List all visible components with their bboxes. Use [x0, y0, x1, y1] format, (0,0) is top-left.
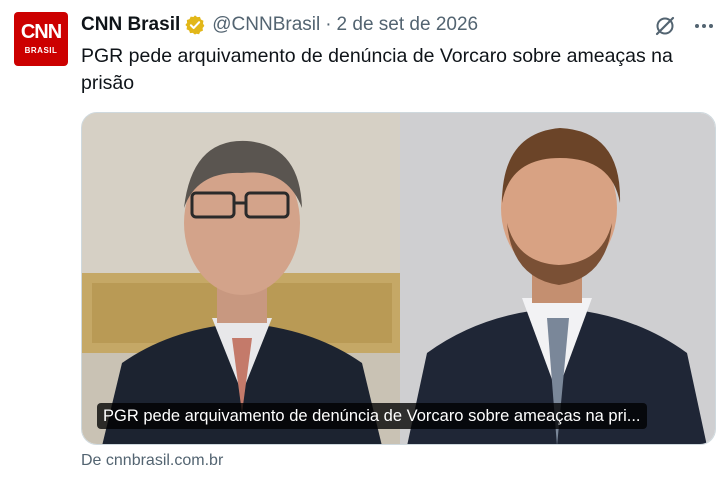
- more-icon[interactable]: [692, 14, 716, 38]
- tweet-header: CNN Brasil @CNNBrasil · 2 de set de 2026: [81, 13, 478, 37]
- tweet-date[interactable]: 2 de set de 2026: [337, 14, 479, 36]
- verified-badge-icon: [185, 15, 205, 35]
- grok-icon[interactable]: [653, 14, 677, 38]
- avatar-logo: CNN: [20, 21, 62, 43]
- card-caption: PGR pede arquivamento de denúncia de Vor…: [97, 403, 647, 429]
- account-name[interactable]: CNN Brasil: [81, 14, 180, 36]
- card-source[interactable]: De cnnbrasil.com.br: [81, 452, 223, 470]
- link-card[interactable]: PGR pede arquivamento de denúncia de Vor…: [81, 112, 716, 445]
- tweet-text: PGR pede arquivamento de denúncia de Vor…: [81, 45, 673, 94]
- card-image: [82, 113, 715, 444]
- account-handle[interactable]: @CNNBrasil: [212, 14, 320, 36]
- avatar[interactable]: CNN BRASIL: [14, 12, 68, 66]
- separator-dot: ·: [325, 14, 332, 35]
- avatar-sub: BRASIL: [24, 46, 58, 55]
